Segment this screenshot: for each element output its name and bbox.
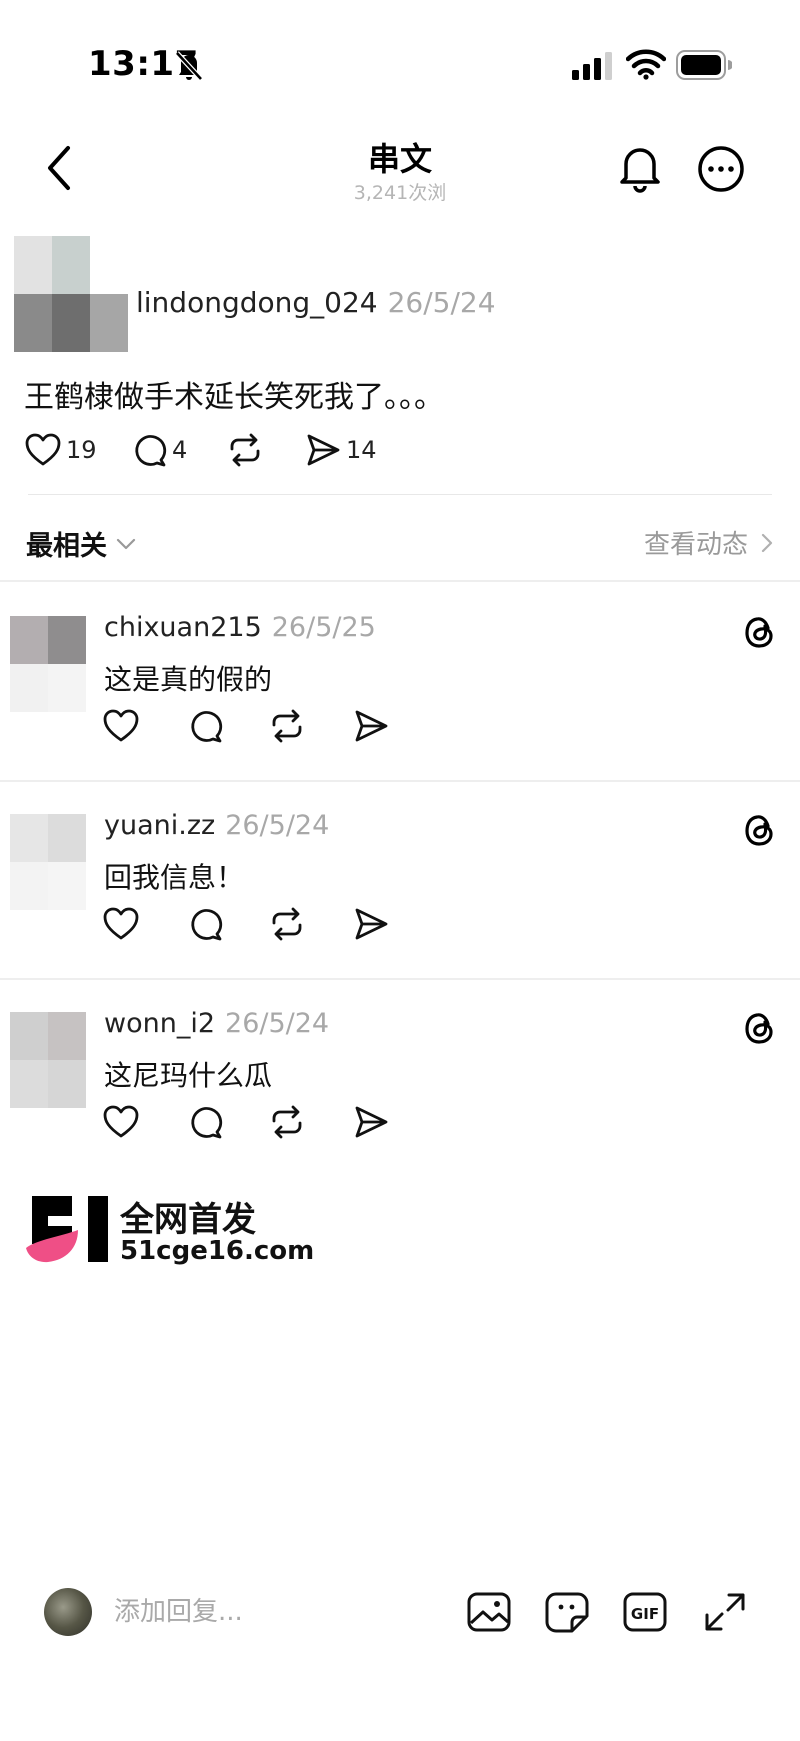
reply-text: 这尼玛什么瓜	[104, 1059, 273, 1092]
repost-icon[interactable]	[268, 708, 306, 744]
avatar-pixel	[48, 616, 86, 664]
avatar-pixel	[10, 1012, 48, 1060]
reply-input[interactable]	[114, 1590, 414, 1634]
avatar-pixel	[10, 616, 48, 664]
repost-icon	[230, 433, 260, 467]
avatar-pixel	[48, 1060, 86, 1108]
post-author-avatar[interactable]	[14, 236, 128, 352]
like-count: 19	[66, 436, 97, 464]
chevron-right-icon	[761, 533, 773, 552]
view-count: 3,241次浏	[353, 182, 447, 204]
comment-icon[interactable]	[186, 708, 224, 744]
divider	[28, 494, 772, 495]
reply-author-row: yuani.zz 26/5/24	[104, 810, 329, 841]
avatar-pixel	[52, 236, 90, 294]
heart-icon[interactable]	[102, 1104, 140, 1140]
repost-icon[interactable]	[268, 1104, 306, 1140]
reply-text: 这是真的假的	[104, 663, 273, 696]
avatar-pixel	[10, 862, 48, 910]
notification-bell-icon[interactable]	[616, 142, 664, 194]
bell-off-icon	[175, 51, 203, 81]
post-author-row: lindongdong_024 26/5/24	[136, 286, 496, 319]
avatar-pixel	[52, 294, 90, 352]
post-timestamp: 26/5/24	[387, 286, 496, 319]
reply-actions	[102, 708, 402, 748]
status-bar: 13:17	[0, 0, 800, 110]
repost-icon[interactable]	[268, 906, 306, 942]
reply-timestamp: 26/5/25	[271, 612, 376, 643]
reply-avatar[interactable]	[10, 1012, 86, 1108]
threads-icon[interactable]	[740, 1008, 778, 1048]
share-button[interactable]: 14	[304, 430, 377, 470]
reply-actions	[102, 1104, 402, 1144]
heart-icon[interactable]	[102, 906, 140, 942]
reply-composer: GIF	[0, 1560, 800, 1660]
gif-icon[interactable]: GIF	[622, 1590, 668, 1634]
wifi-icon	[626, 49, 666, 80]
reply-avatar[interactable]	[10, 814, 86, 910]
watermark-line-1: 全网首发	[120, 1200, 256, 1240]
heart-icon	[25, 433, 61, 466]
avatar-pixel	[48, 1012, 86, 1060]
expand-icon[interactable]	[702, 1590, 748, 1634]
reply-username[interactable]: chixuan215	[104, 612, 262, 643]
avatar-pixel	[10, 1060, 48, 1108]
reply-author-row: chixuan215 26/5/25	[104, 612, 376, 643]
avatar-pixel	[48, 862, 86, 910]
reply-avatar[interactable]	[10, 616, 86, 712]
like-button[interactable]: 19	[24, 430, 97, 470]
send-icon[interactable]	[352, 906, 390, 942]
threads-icon[interactable]	[740, 612, 778, 652]
threads-icon[interactable]	[740, 810, 778, 850]
reply-timestamp: 26/5/24	[225, 1008, 330, 1039]
heart-icon[interactable]	[102, 708, 140, 744]
sticker-icon[interactable]	[544, 1590, 590, 1634]
page-title: 串文	[367, 140, 432, 178]
chevron-down-icon	[116, 538, 136, 549]
sort-label: 最相关	[26, 531, 107, 562]
watermark-logo	[26, 1196, 108, 1263]
comment-icon[interactable]	[186, 906, 224, 942]
reply-author-row: wonn_i2 26/5/24	[104, 1008, 329, 1039]
avatar-pixel	[90, 294, 128, 352]
image-icon[interactable]	[466, 1590, 512, 1634]
more-options-icon[interactable]	[696, 144, 746, 194]
reply-timestamp: 26/5/24	[225, 810, 330, 841]
avatar-pixel	[14, 294, 52, 352]
watermark-line-2: 51cge16.com	[120, 1236, 315, 1266]
post-stats-row: 19 4 14	[24, 430, 524, 470]
reply-username[interactable]: wonn_i2	[104, 1008, 215, 1039]
view-activity-label: 查看动态	[643, 530, 748, 560]
avatar-pixel	[14, 236, 52, 294]
comment-count: 4	[172, 436, 188, 464]
comment-icon[interactable]	[186, 1104, 224, 1140]
comment-button[interactable]: 4	[130, 430, 187, 470]
comment-icon	[135, 435, 167, 467]
send-icon	[307, 434, 340, 466]
avatar-pixel	[48, 664, 86, 712]
avatar-pixel	[90, 236, 128, 294]
avatar-pixel	[10, 664, 48, 712]
repost-button[interactable]	[226, 430, 264, 470]
post-author-username[interactable]: lindongdong_024	[136, 286, 378, 319]
sort-dropdown[interactable]: 最相关	[26, 524, 137, 563]
reply-item: wonn_i2 26/5/24 这尼玛什么瓜	[0, 978, 800, 1174]
share-count: 14	[346, 436, 377, 464]
reply-username[interactable]: yuani.zz	[104, 810, 215, 841]
current-user-avatar	[44, 1588, 92, 1636]
view-activity-link[interactable]: 查看动态	[644, 524, 774, 561]
svg-text:GIF: GIF	[631, 1605, 659, 1623]
battery-icon	[676, 50, 732, 80]
reply-text: 回我信息！	[104, 861, 245, 894]
reply-item: yuani.zz 26/5/24 回我信息！	[0, 780, 800, 976]
avatar-pixel	[48, 814, 86, 862]
post-text: 王鹤棣做手术延长笑死我了。。。	[24, 380, 444, 415]
reply-item: chixuan215 26/5/25 这是真的假的	[0, 582, 800, 778]
send-icon[interactable]	[352, 1104, 390, 1140]
avatar-pixel	[10, 814, 48, 862]
send-icon[interactable]	[352, 708, 390, 744]
signal-icon	[572, 52, 612, 80]
reply-actions	[102, 906, 402, 946]
